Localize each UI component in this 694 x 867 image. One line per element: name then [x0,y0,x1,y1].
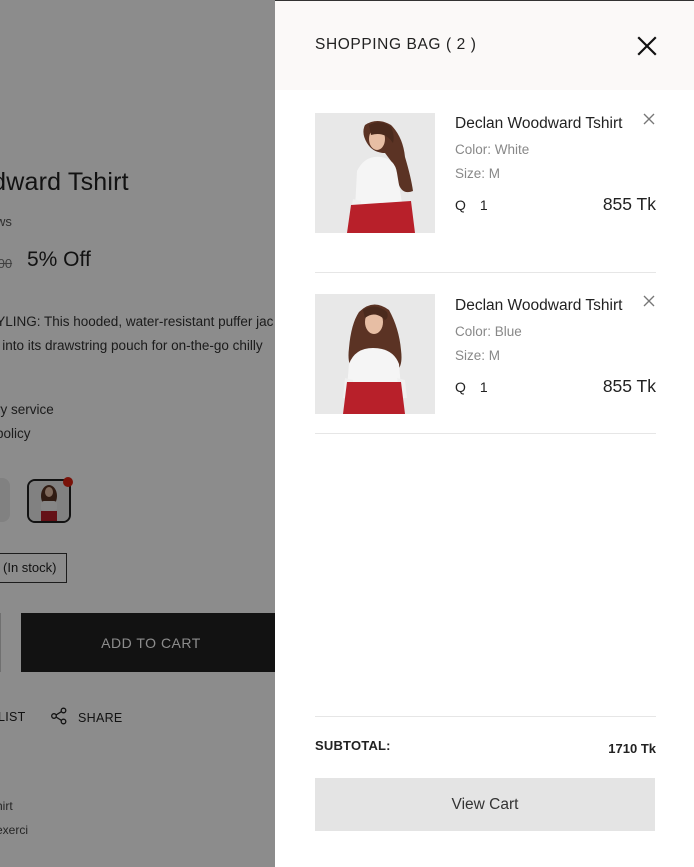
item-size: Size: M [455,348,501,363]
cart-items-list: Declan Woodward Tshirt Color: White Size… [315,112,656,434]
quantity-label: Q [455,197,466,213]
cart-item: Declan Woodward Tshirt Color: White Size… [315,112,656,273]
item-quantity: Q1 [455,197,488,213]
shopping-bag-drawer: SHOPPING BAG ( 2 ) Declan Woodward Tshir… [275,0,694,867]
product-thumbnail[interactable] [315,113,435,233]
subtotal-value: 1710 Tk [608,741,656,756]
close-icon[interactable] [635,34,659,58]
item-quantity: Q1 [455,379,488,395]
drawer-title: SHOPPING BAG ( 2 ) [315,36,477,53]
view-cart-button[interactable]: View Cart [315,778,655,831]
cart-item: Declan Woodward Tshirt Color: Blue Size:… [315,273,656,434]
item-price: 855 Tk [602,194,656,214]
item-name[interactable]: Declan Woodward Tshirt [455,115,622,133]
quantity-label: Q [455,379,466,395]
item-size: Size: M [455,166,501,181]
item-color: Color: Blue [455,324,522,339]
divider [315,716,656,717]
remove-item-icon[interactable] [642,112,656,126]
drawer-header: SHOPPING BAG ( 2 ) [275,1,694,90]
product-thumbnail[interactable] [315,294,435,414]
subtotal-label: SUBTOTAL: [315,738,391,753]
item-price: 855 Tk [602,376,656,396]
quantity-value: 1 [479,379,488,395]
remove-item-icon[interactable] [642,294,656,308]
item-name[interactable]: Declan Woodward Tshirt [455,297,622,315]
quantity-value: 1 [479,197,488,213]
item-color: Color: White [455,142,530,157]
